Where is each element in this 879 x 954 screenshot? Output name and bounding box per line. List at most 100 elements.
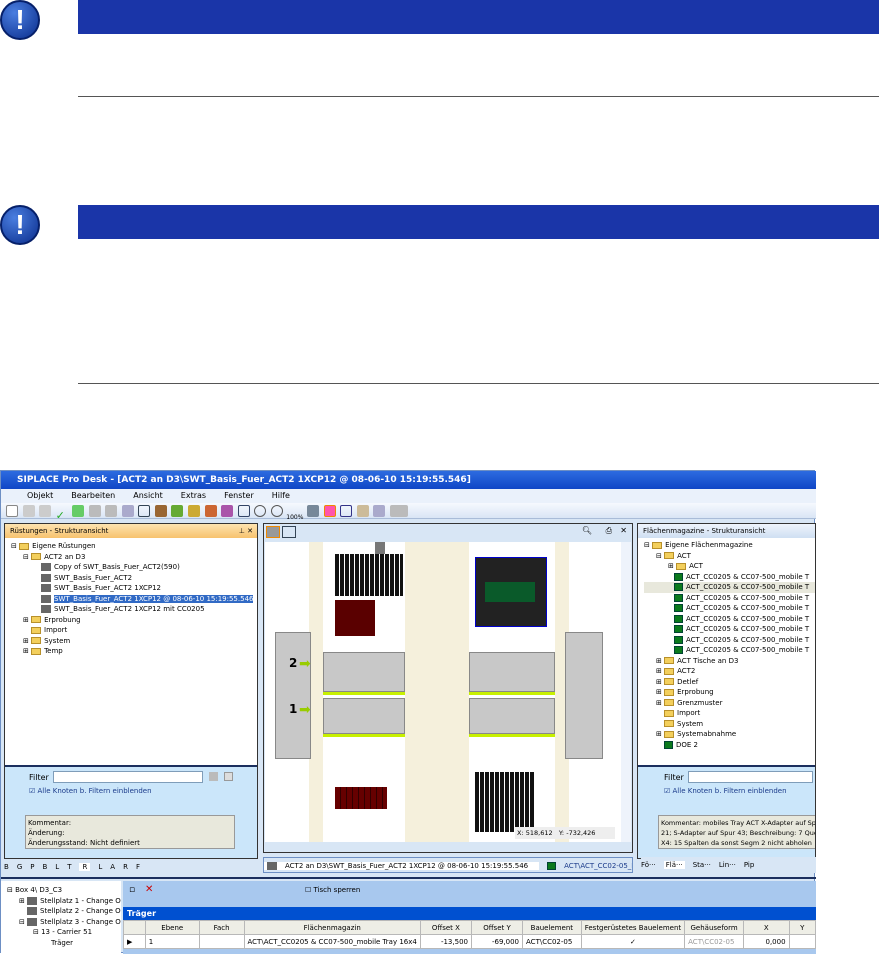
column-header[interactable]: Offset Y <box>470 920 524 935</box>
view-dropdown-icon[interactable] <box>121 505 134 517</box>
tab[interactable]: Lin··· <box>719 861 736 869</box>
table-row[interactable]: ▶ 1 ACT\ACT_CC0205 & CC07-500_mobile Tray … <box>123 934 817 949</box>
print-icon[interactable]: ⎙ <box>606 526 612 536</box>
show-all-checkbox[interactable]: ☑ Alle Knoten b. Filtern einblenden <box>664 787 787 795</box>
menu-ansicht[interactable]: Ansicht <box>133 491 163 500</box>
table-cell[interactable] <box>788 934 817 949</box>
column-header[interactable]: Bauelement <box>522 920 582 935</box>
tab[interactable]: T <box>67 863 71 871</box>
menu-hilfe[interactable]: Hilfe <box>272 491 290 500</box>
lock-icon[interactable] <box>356 505 369 517</box>
column-header[interactable]: Gehäuseform <box>684 920 744 935</box>
tab[interactable]: F <box>136 863 140 871</box>
tree-item[interactable]: SWT_Basis_Fuer_ACT2 1XCP12 <box>11 583 257 594</box>
view-mode-icon[interactable] <box>266 526 280 538</box>
redo-icon[interactable] <box>105 505 118 517</box>
outdent-icon[interactable] <box>39 505 52 517</box>
tree-item[interactable]: ⊟ Eigene Flächenmagazine <box>644 540 815 551</box>
layout-icon[interactable] <box>138 505 151 517</box>
tree-item[interactable]: ACT_CC0205 & CC07-500_mobile T <box>644 645 815 656</box>
delete-icon[interactable]: ✕ <box>145 884 153 895</box>
new-icon[interactable] <box>6 505 18 517</box>
zoom-in-icon[interactable] <box>254 505 267 517</box>
tree-item[interactable]: ⊞ System <box>11 636 257 647</box>
column-header[interactable]: Festgerüstetes Bauelement <box>580 920 686 935</box>
tree-item[interactable]: ⊞ ACT <box>644 561 815 572</box>
tool-icon[interactable] <box>154 505 167 517</box>
tree-item[interactable]: ⊟ Eigene Rüstungen <box>11 541 257 552</box>
tool-icon[interactable] <box>221 505 234 517</box>
column-header[interactable]: Flächenmagazin <box>243 920 421 935</box>
tree-item[interactable]: ⊟ Box 4\ D3_C3 <box>7 885 121 896</box>
ruler-dropdown-icon[interactable] <box>389 505 408 517</box>
table-cell[interactable]: ACT\CC02-05 <box>522 934 582 949</box>
show-all-checkbox[interactable]: ☑ Alle Knoten b. Filtern einblenden <box>29 787 152 795</box>
tree-item[interactable]: Stellplatz 2 - Change O <box>7 906 121 917</box>
filter-input[interactable] <box>53 771 203 783</box>
table-cell[interactable] <box>198 934 245 949</box>
clear-filter-icon[interactable] <box>224 772 233 781</box>
fit-icon[interactable] <box>340 505 353 517</box>
tab[interactable]: L <box>98 863 102 871</box>
tree-item[interactable]: ACT_CC0205 & CC07-500_mobile T <box>644 572 815 583</box>
tool-icon[interactable] <box>188 505 201 517</box>
search-icon[interactable]: 🔍︎ <box>582 526 592 535</box>
apply-filter-icon[interactable] <box>209 772 218 781</box>
table-cell[interactable]: 1 <box>144 934 200 949</box>
tool-icon[interactable] <box>204 505 217 517</box>
tree-item[interactable]: ACT_CC0205 & CC07-500_mobile T <box>644 614 815 625</box>
indent-icon[interactable] <box>22 505 35 517</box>
table-cell[interactable]: 0,000 <box>743 934 790 949</box>
tree-item[interactable]: ⊞ Systemabnahme <box>644 729 815 740</box>
tab[interactable]: A <box>110 863 115 871</box>
tree-item[interactable]: ACT_CC0205 & CC07-500_mobile T <box>644 635 815 646</box>
view-mode-icon[interactable] <box>282 526 296 538</box>
close-icon[interactable]: ✕ <box>620 526 627 535</box>
tree-item[interactable]: ACT_CC0205 & CC07-500_mobile T <box>644 582 815 593</box>
tree-item[interactable]: ⊞ Detlef <box>644 677 815 688</box>
tree-item[interactable]: ⊞ Erprobung <box>644 687 815 698</box>
tree-item[interactable]: ⊟ ACT2 an D3 <box>11 552 257 563</box>
menu-fenster[interactable]: Fenster <box>224 491 254 500</box>
tab[interactable]: L <box>55 863 59 871</box>
menu-extras[interactable]: Extras <box>181 491 206 500</box>
table-cell[interactable]: ACT\ACT_CC0205 & CC07-500_mobile Tray 16… <box>243 934 421 949</box>
tree-item[interactable]: ⊟ 13 - Carrier 51 <box>7 927 121 938</box>
table-cell[interactable]: -13,500 <box>419 934 472 949</box>
tab[interactable]: B <box>4 863 9 871</box>
pan-icon[interactable] <box>307 505 319 517</box>
document-icon[interactable] <box>373 505 386 517</box>
tool-icon[interactable] <box>171 505 184 517</box>
column-header[interactable]: Y <box>788 920 817 935</box>
column-header[interactable]: X <box>743 920 790 935</box>
tree-item-selected[interactable]: SWT_Basis_Fuer_ACT2 1XCP12 @ 08-06-10 15… <box>11 594 257 605</box>
pin-close-icons[interactable]: ⊥ ✕ <box>239 524 253 538</box>
column-header[interactable]: Offset X <box>419 920 472 935</box>
tree-item[interactable]: Import <box>11 625 257 636</box>
tree-item[interactable]: ⊞ Grenzmuster <box>644 698 815 709</box>
column-header[interactable]: Fach <box>198 920 245 935</box>
check-icon[interactable]: ✓ <box>56 510 68 522</box>
filter-input[interactable] <box>688 771 813 783</box>
tab[interactable]: G <box>17 863 22 871</box>
tree-item[interactable]: Import <box>644 708 815 719</box>
highlight-icon[interactable] <box>323 505 336 517</box>
tree-item[interactable]: Copy of SWT_Basis_Fuer_ACT2(590) <box>11 562 257 573</box>
tree-item[interactable]: ⊟ ACT <box>644 551 815 562</box>
menu-bearbeiten[interactable]: Bearbeiten <box>71 491 115 500</box>
tree-item[interactable]: ⊞ Stellplatz 1 - Change O <box>7 896 121 907</box>
new-icon[interactable]: ▫ <box>129 885 135 895</box>
tab[interactable]: Sta··· <box>693 861 711 869</box>
tree-item[interactable]: ⊞ Temp <box>11 646 257 657</box>
undo-icon[interactable] <box>88 505 101 517</box>
tree-item[interactable]: DOE 2 <box>644 740 815 751</box>
tab[interactable]: R <box>123 863 128 871</box>
tab[interactable]: P <box>30 863 34 871</box>
table-cell[interactable]: ACT\CC02-05 <box>684 934 744 949</box>
lock-table-checkbox[interactable]: ☐ Tisch sperren <box>305 886 360 894</box>
doc-tab[interactable]: ACT\ACT_CC02-05_PA2 <box>547 862 632 870</box>
doc-tab-active[interactable]: ACT2 an D3\SWT_Basis_Fuer_ACT2 1XCP12 @ … <box>264 862 540 870</box>
zoom-window-icon[interactable] <box>237 505 250 517</box>
table-cell[interactable]: -69,000 <box>470 934 524 949</box>
tree-item[interactable]: SWT_Basis_Fuer_ACT2 <box>11 573 257 584</box>
